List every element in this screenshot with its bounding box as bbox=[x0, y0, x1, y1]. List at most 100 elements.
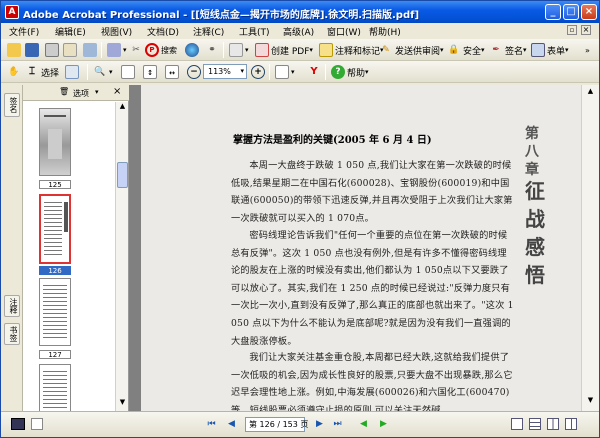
zoom-in-button[interactable]: + bbox=[251, 64, 267, 80]
zoom-out-icon: − bbox=[187, 65, 201, 79]
pdf-page: 掌握方法是盈利的关键(2005 年 6 月 4 日) 本周一大盘终于跌破 1 0… bbox=[141, 85, 581, 411]
panel-options-menu[interactable]: 选项 bbox=[73, 88, 89, 99]
facing-icon[interactable] bbox=[547, 418, 559, 430]
first-page-button[interactable]: ⏮ bbox=[205, 418, 218, 431]
edit-pen-button[interactable]: ▾ bbox=[107, 42, 127, 58]
sign-pen-icon: ✒ bbox=[492, 45, 500, 55]
close-button[interactable]: × bbox=[581, 4, 597, 20]
menu-bar: 文件(F) 编辑(E) 视图(V) 文档(D) 注释(C) 工具(T) 高级(A… bbox=[1, 23, 599, 39]
next-page-button[interactable]: ▶ bbox=[313, 418, 326, 431]
paragraph-3: 我们让大家关注基金重仓股,本周都已经大跌,这就给我们提供了一次低吸的机会,因为成… bbox=[231, 352, 513, 411]
chapter-title: 征战感悟 bbox=[525, 179, 545, 287]
create-pdf-icon bbox=[255, 43, 269, 57]
thumbnail-list: 125 126 127 bbox=[25, 102, 115, 411]
doc-restore-icon[interactable]: ▫ bbox=[567, 25, 577, 35]
previous-page-button[interactable]: ◀ bbox=[225, 418, 238, 431]
panel-scrollbar[interactable]: ▲ ▼ bbox=[115, 102, 128, 411]
comment-markup-button[interactable]: 注释和标记 ▾ bbox=[319, 42, 384, 58]
help-button[interactable]: ? 帮助 ▾ bbox=[331, 64, 369, 80]
maximize-button[interactable]: □ bbox=[563, 4, 579, 20]
tab-signatures[interactable]: 签名 bbox=[4, 93, 20, 117]
menu-window[interactable]: 窗口(W) bbox=[327, 25, 361, 38]
toolbar-separator bbox=[87, 64, 88, 80]
menu-comments[interactable]: 注释(C) bbox=[193, 25, 224, 38]
acrobat-logo-button[interactable]: Y bbox=[307, 64, 323, 80]
doc-close-icon[interactable]: × bbox=[581, 25, 591, 35]
acrobat-app-icon[interactable]: A bbox=[5, 5, 19, 19]
minimize-button[interactable]: _ bbox=[545, 4, 561, 20]
page-thumbnail-128[interactable] bbox=[39, 364, 71, 411]
forms-button[interactable]: 表单 ▾ bbox=[531, 42, 569, 58]
sign-button[interactable]: ✒ 签名 ▾ bbox=[489, 42, 526, 58]
page-number-field[interactable]: 第 126 / 153 页 bbox=[245, 417, 308, 432]
scissors-icon: ✂ bbox=[132, 45, 140, 55]
page-thumbnail-126[interactable] bbox=[39, 194, 71, 264]
globe-button[interactable] bbox=[185, 42, 201, 58]
thumbnail-label[interactable]: 127 bbox=[39, 350, 71, 359]
zoom-out-button[interactable]: − bbox=[187, 64, 203, 80]
comment-icon bbox=[319, 43, 333, 57]
thumbnail-label[interactable]: 125 bbox=[39, 180, 71, 189]
find-button[interactable]: ⚭ bbox=[205, 42, 221, 58]
zoom-tool-button[interactable]: 🔍 ▾ bbox=[93, 64, 112, 80]
save-button[interactable] bbox=[25, 42, 41, 58]
panel-scroll-thumb[interactable] bbox=[117, 162, 128, 188]
scroll-down-arrow[interactable]: ▼ bbox=[584, 396, 597, 409]
navigation-tab-strip: 签名 注释 书签 bbox=[1, 85, 23, 411]
menu-view[interactable]: 视图(V) bbox=[101, 25, 132, 38]
fit-width-icon: ↔ bbox=[165, 65, 179, 79]
snapshot-icon bbox=[65, 65, 79, 79]
application-window: A Adobe Acrobat Professional - [[短线点金—揭开… bbox=[0, 0, 600, 438]
security-button[interactable]: 🔒 安全 ▾ bbox=[447, 42, 484, 58]
select-tool-button[interactable]: ⌶ 选择 bbox=[25, 64, 59, 80]
last-page-button[interactable]: ⏭ bbox=[331, 418, 344, 431]
continuous-icon[interactable] bbox=[529, 418, 541, 430]
document-scrollbar[interactable]: ▲ ▼ bbox=[581, 85, 599, 411]
menu-advanced[interactable]: 高级(A) bbox=[283, 25, 314, 38]
previous-view-button[interactable]: ◀ bbox=[357, 418, 370, 431]
scroll-down-arrow[interactable]: ▼ bbox=[117, 398, 128, 410]
toolbar-overflow-chevron[interactable]: » bbox=[585, 42, 590, 58]
send-review-button[interactable]: ✎ 发送供审阅 ▾ bbox=[379, 42, 443, 58]
lock-icon: 🔒 bbox=[448, 45, 460, 55]
create-pdf-button[interactable]: 创建 PDF ▾ bbox=[255, 42, 313, 58]
hand-tool-button[interactable]: ✋ bbox=[7, 64, 23, 80]
chevron-down-icon[interactable]: ▾ bbox=[95, 88, 99, 96]
page-thumbnail-125[interactable] bbox=[39, 108, 71, 176]
fit-page-button[interactable]: ↕ bbox=[143, 64, 159, 80]
menu-tools[interactable]: 工具(T) bbox=[239, 25, 270, 38]
create-pdf-red-button[interactable]: P 搜索 bbox=[145, 42, 177, 58]
email-button[interactable] bbox=[63, 42, 79, 58]
toolbar-separator bbox=[223, 42, 224, 58]
cut-button[interactable]: ✂ bbox=[129, 42, 145, 58]
snapshot-button[interactable] bbox=[65, 64, 81, 80]
page-size-icon[interactable] bbox=[31, 418, 43, 430]
panel-close-icon[interactable]: × bbox=[113, 86, 121, 97]
actual-size-button[interactable] bbox=[121, 64, 137, 80]
tab-bookmarks[interactable]: 书签 bbox=[4, 323, 20, 345]
panel-trash-icon[interactable]: 🗑 bbox=[59, 87, 69, 96]
menu-help[interactable]: 帮助(H) bbox=[369, 25, 401, 38]
fit-width-button[interactable]: ↔ bbox=[165, 64, 181, 80]
thumbnail-label-selected[interactable]: 126 bbox=[39, 266, 71, 275]
continuous-facing-icon[interactable] bbox=[565, 418, 577, 430]
pen-icon bbox=[107, 43, 121, 57]
menu-edit[interactable]: 编辑(E) bbox=[55, 25, 86, 38]
section-heading: 掌握方法是盈利的关键(2005 年 6 月 4 日) bbox=[233, 135, 432, 146]
print-button[interactable] bbox=[45, 42, 61, 58]
document-view: 掌握方法是盈利的关键(2005 年 6 月 4 日) 本周一大盘终于跌破 1 0… bbox=[129, 85, 581, 411]
next-view-button[interactable]: ▶ bbox=[377, 418, 390, 431]
single-page-icon[interactable] bbox=[511, 418, 523, 430]
pdf-options-button[interactable]: ▾ bbox=[229, 42, 249, 58]
zoom-level-input[interactable]: 113% ▾ bbox=[203, 64, 247, 79]
open-button[interactable] bbox=[7, 42, 23, 58]
menu-file[interactable]: 文件(F) bbox=[9, 25, 39, 38]
monitor-icon[interactable] bbox=[11, 418, 25, 430]
menu-document[interactable]: 文档(D) bbox=[147, 25, 179, 38]
scroll-up-arrow[interactable]: ▲ bbox=[117, 102, 128, 114]
organize-button[interactable] bbox=[83, 42, 99, 58]
tab-comments[interactable]: 注释 bbox=[4, 295, 20, 317]
page-thumbnail-127[interactable] bbox=[39, 278, 71, 346]
rotate-view-button[interactable]: ▾ bbox=[275, 64, 295, 80]
scroll-up-arrow[interactable]: ▲ bbox=[584, 87, 597, 100]
